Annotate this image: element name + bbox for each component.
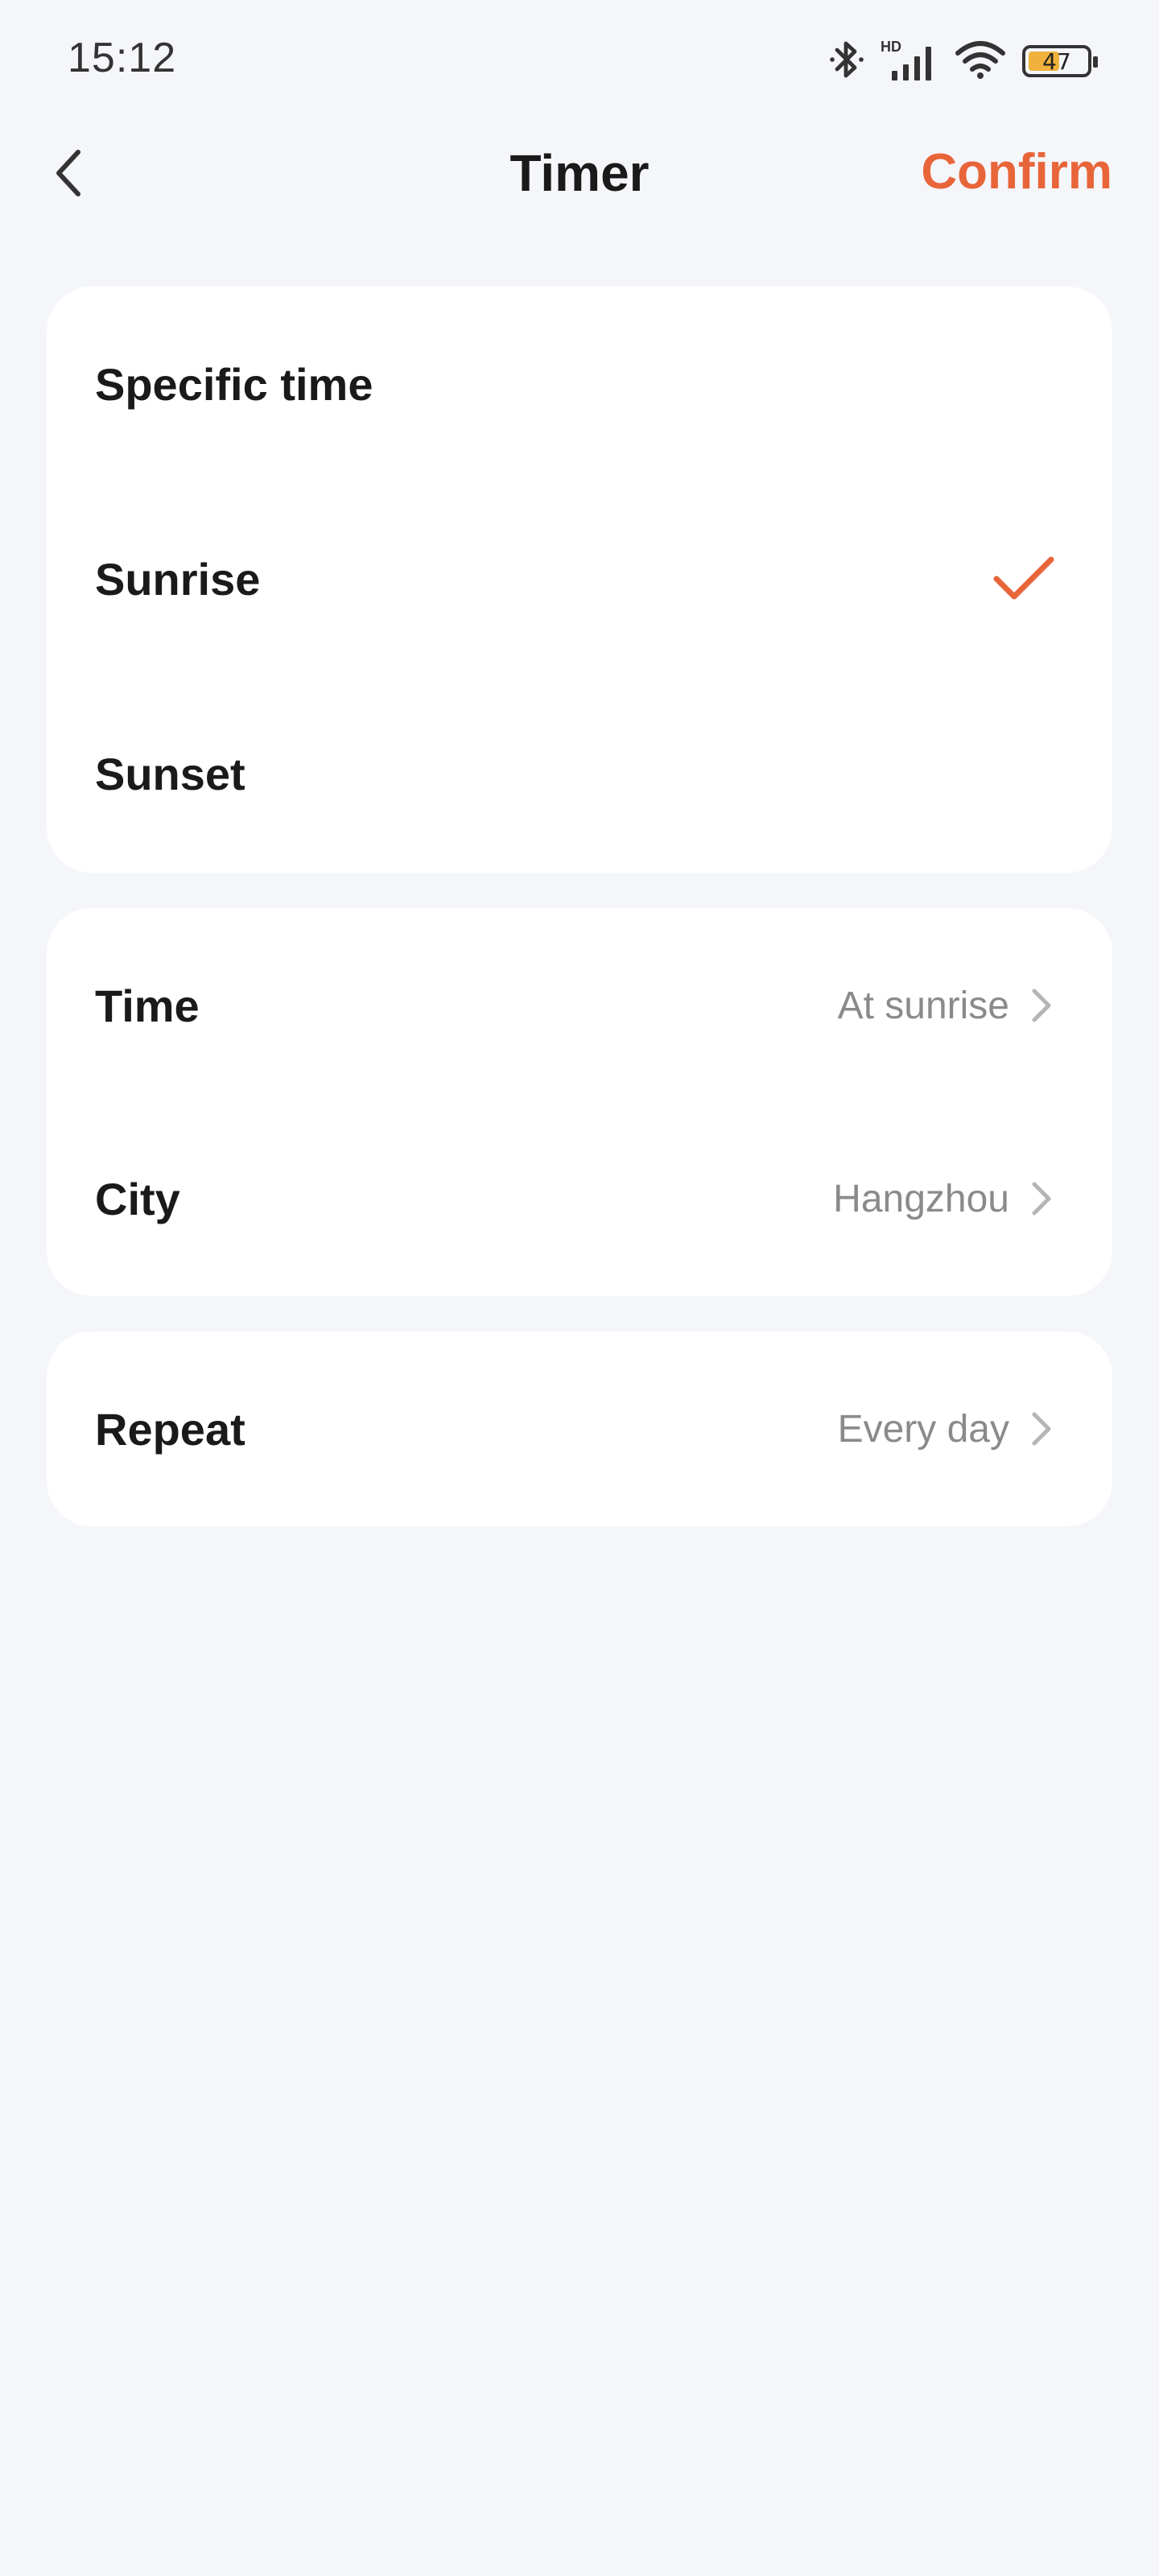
city-row[interactable]: City Hangzhou: [47, 1101, 1112, 1296]
option-specific-time[interactable]: Specific time: [47, 287, 1112, 481]
option-label: Sunrise: [95, 553, 261, 605]
bluetooth-icon: [829, 37, 864, 86]
battery-level: 47: [1042, 47, 1071, 75]
status-time: 15:12: [68, 35, 177, 81]
option-label: Sunset: [95, 748, 245, 799]
time-label: Time: [95, 980, 200, 1031]
confirm-button[interactable]: Confirm: [921, 143, 1112, 200]
city-value: Hangzhou: [833, 1177, 1009, 1220]
chevron-right-icon: [1027, 1179, 1056, 1219]
time-city-card: Time At sunrise City Hangzhou: [47, 908, 1112, 1296]
nav-bar: Timer Confirm: [0, 121, 1159, 225]
repeat-card: Repeat Every day: [47, 1331, 1112, 1526]
signal-icon: HD: [881, 39, 938, 84]
wifi-icon: [955, 39, 1006, 85]
checkmark-icon: [993, 556, 1054, 600]
trigger-options-card: Specific time Sunrise Sunset: [47, 287, 1112, 873]
option-sunrise[interactable]: Sunrise: [47, 481, 1112, 676]
time-value: At sunrise: [837, 984, 1009, 1027]
repeat-label: Repeat: [95, 1403, 245, 1455]
chevron-right-icon: [1027, 1409, 1056, 1449]
option-sunset[interactable]: Sunset: [47, 676, 1112, 871]
repeat-value: Every day: [837, 1407, 1009, 1451]
option-label: Specific time: [95, 358, 373, 410]
chevron-right-icon: [1027, 985, 1056, 1026]
time-row[interactable]: Time At sunrise: [47, 908, 1112, 1103]
battery-icon: 47: [1022, 45, 1098, 77]
repeat-row[interactable]: Repeat Every day: [47, 1331, 1112, 1526]
city-label: City: [95, 1173, 180, 1224]
status-bar: 15:12 HD 47: [0, 0, 1159, 121]
status-icons: HD 47: [829, 37, 1098, 86]
